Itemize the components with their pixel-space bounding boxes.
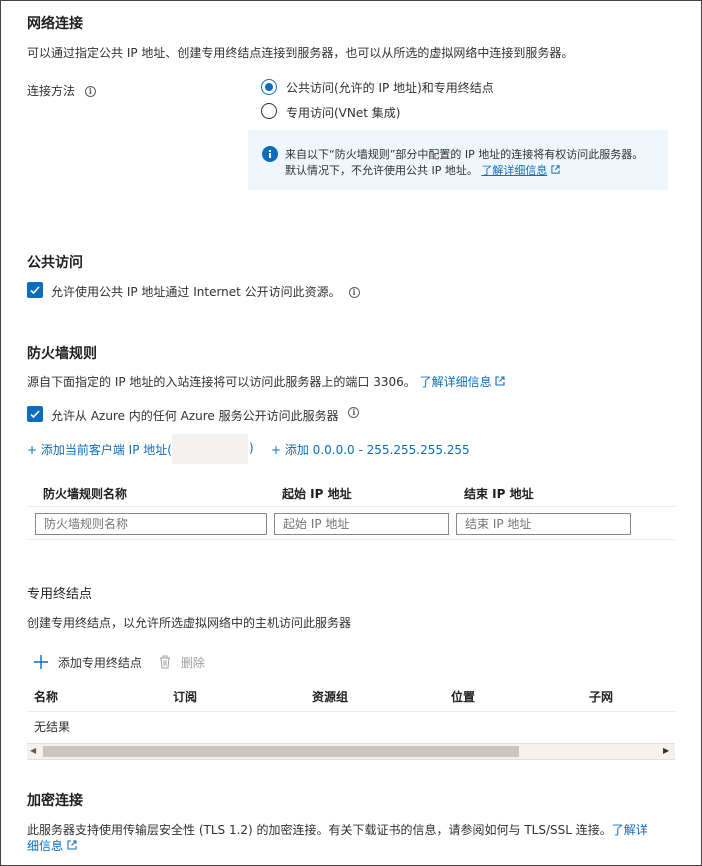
encrypted-learn-more-link-part1[interactable]: 了解详	[612, 823, 648, 837]
azure-services-checkbox[interactable]	[27, 406, 43, 422]
connection-method-text: 连接方法	[27, 84, 76, 98]
divider	[27, 539, 675, 540]
info-banner-line2: 默认情况下，不允许使用公共 IP 地址。 了解详细信息	[285, 162, 560, 178]
info-icon[interactable]: i	[348, 287, 360, 298]
rule-name-input[interactable]	[35, 513, 267, 535]
info-icon[interactable]: i	[84, 86, 96, 97]
add-client-ip-link[interactable]: + 添加当前客户端 IP 地址(	[27, 441, 172, 458]
column-header-start-ip: 起始 IP 地址	[282, 487, 352, 501]
column-header-location: 位置	[451, 690, 476, 704]
public-access-checkbox-label[interactable]: 允许使用公共 IP 地址通过 Internet 公开访问此资源。 i	[51, 283, 360, 300]
encrypted-description: 此服务器支持使用传输层安全性 (TLS 1.2) 的加密连接。有关下载证书的信息…	[27, 823, 612, 837]
encrypted-learn-more-link-part2[interactable]: 细信息	[27, 839, 63, 853]
encrypted-description-line2: 细信息	[27, 837, 77, 854]
info-banner-line1: 来自以下“防火墙规则”部分中配置的 IP 地址的连接将有权访问此服务器。	[285, 148, 644, 161]
public-access-checkbox-text: 允许使用公共 IP 地址通过 Internet 公开访问此资源。	[51, 285, 341, 299]
end-ip-input[interactable]	[456, 513, 631, 535]
empty-results-text: 无结果	[34, 720, 71, 734]
network-settings-page: 网络连接 可以通过指定公共 IP 地址、创建专用终结点连接到服务器，也可以从所选…	[0, 0, 702, 866]
column-header-end-ip: 结束 IP 地址	[464, 487, 534, 501]
column-header-subnet: 子网	[589, 690, 614, 704]
add-all-ip-range-link[interactable]: + 添加 0.0.0.0 - 255.255.255.255	[271, 441, 470, 458]
scroll-left-arrow-icon[interactable]: ◀	[30, 746, 36, 755]
column-header-subscription: 订阅	[173, 690, 198, 704]
firewall-learn-more-link[interactable]: 了解详细信息	[420, 375, 492, 389]
radio-public-access[interactable]	[261, 79, 277, 95]
divider	[27, 711, 675, 712]
radio-public-access-label[interactable]: 公共访问(允许的 IP 地址)和专用终结点	[286, 79, 494, 96]
column-header-resource-group: 资源组	[312, 690, 349, 704]
public-access-title: 公共访问	[27, 255, 83, 271]
add-client-ip-close[interactable]: )	[249, 441, 254, 455]
firewall-description-row: 源自下面指定的 IP 地址的入站连接将可以访问此服务器上的端口 3306。 了解…	[27, 373, 505, 390]
trash-icon	[160, 655, 170, 669]
add-private-endpoint-button[interactable]: 添加专用终结点	[34, 654, 142, 671]
info-filled-icon	[262, 146, 278, 162]
network-section-title: 网络连接	[27, 16, 83, 32]
external-link-icon	[551, 165, 560, 174]
private-endpoint-title: 专用终结点	[27, 587, 93, 602]
scroll-right-arrow-icon[interactable]: ▶	[663, 746, 669, 755]
start-ip-input[interactable]	[274, 513, 449, 535]
firewall-title: 防火墙规则	[27, 346, 97, 362]
delete-label: 删除	[180, 656, 205, 670]
azure-services-checkbox-label[interactable]: 允许从 Azure 内的任何 Azure 服务公开访问此服务器 i	[51, 407, 360, 424]
info-banner: 来自以下“防火墙规则”部分中配置的 IP 地址的连接将有权访问此服务器。 默认情…	[248, 130, 668, 190]
scrollbar-thumb[interactable]	[43, 746, 519, 757]
public-access-checkbox[interactable]	[27, 282, 43, 298]
column-header-rule-name: 防火墙规则名称	[43, 487, 128, 501]
info-learn-more-link[interactable]: 了解详细信息	[481, 164, 547, 177]
external-link-icon	[495, 376, 505, 386]
network-description: 可以通过指定公共 IP 地址、创建专用终结点连接到服务器，也可以从所选的虚拟网络…	[27, 46, 574, 60]
redacted-ip-area	[172, 434, 248, 464]
connection-method-label: 连接方法 i	[27, 82, 96, 99]
radio-private-access-label[interactable]: 专用访问(VNet 集成)	[286, 104, 400, 121]
encrypted-description-line1: 此服务器支持使用传输层安全性 (TLS 1.2) 的加密连接。有关下载证书的信息…	[27, 821, 648, 838]
plus-icon	[34, 655, 48, 669]
firewall-description: 源自下面指定的 IP 地址的入站连接将可以访问此服务器上的端口 3306。	[27, 375, 416, 389]
column-header-name: 名称	[34, 690, 59, 704]
info-icon[interactable]: i	[348, 407, 360, 418]
encrypted-connection-title: 加密连接	[27, 793, 83, 809]
add-private-endpoint-label: 添加专用终结点	[57, 656, 142, 670]
external-link-icon	[67, 840, 77, 850]
delete-button[interactable]: 删除	[159, 654, 205, 671]
divider	[27, 506, 675, 507]
azure-services-checkbox-text: 允许从 Azure 内的任何 Azure 服务公开访问此服务器	[51, 409, 339, 423]
info-banner-text: 默认情况下，不允许使用公共 IP 地址。	[285, 164, 478, 177]
radio-private-access[interactable]	[261, 103, 277, 119]
private-endpoint-description: 创建专用终结点，以允许所选虚拟网络中的主机访问此服务器	[27, 616, 352, 630]
